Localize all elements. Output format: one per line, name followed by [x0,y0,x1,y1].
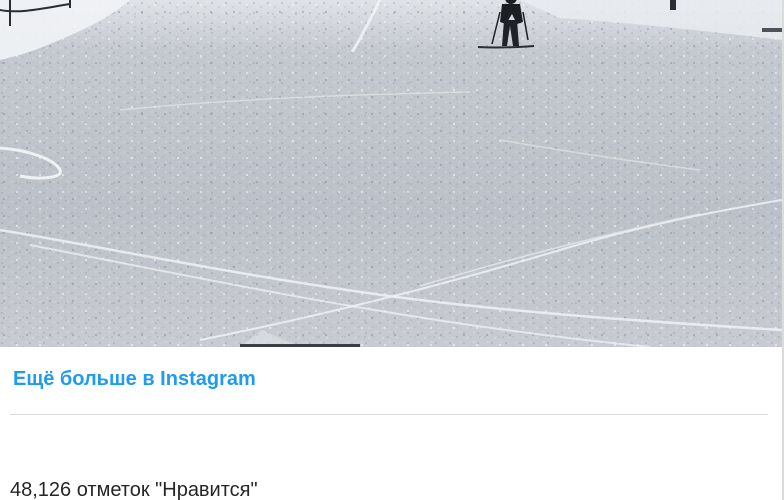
likes-count: 48,126 отметок "Нравится" [10,479,258,500]
post-photo[interactable] [0,0,782,347]
divider [10,414,768,415]
more-on-instagram-link[interactable]: Ещё больше в Instagram [13,368,256,391]
instagram-embed: Ещё больше в Instagram 48,126 отметок "Н… [0,0,784,500]
ski-slope-image [0,0,782,347]
